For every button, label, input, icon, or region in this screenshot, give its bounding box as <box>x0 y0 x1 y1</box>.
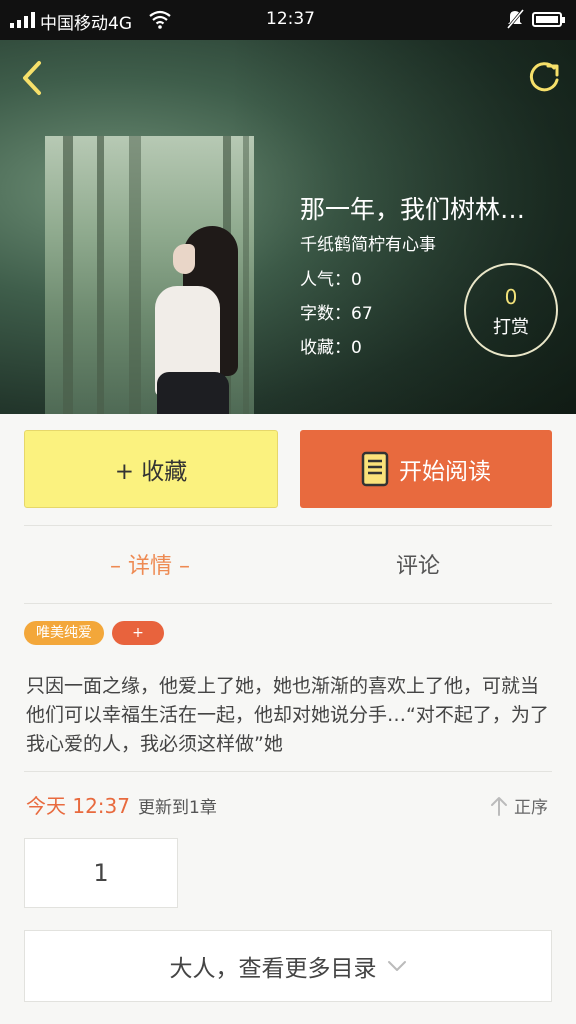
word-count-stat: 字数：67 <box>300 304 373 324</box>
sort-order-button[interactable]: 正序 <box>490 793 548 818</box>
divider <box>24 525 552 526</box>
more-catalog-label: 大人，查看更多目录 <box>169 956 377 982</box>
read-label: 开始阅读 <box>399 459 491 485</box>
book-icon <box>361 451 389 487</box>
back-arrow-icon[interactable] <box>14 58 50 98</box>
chevron-down-icon <box>387 961 406 971</box>
favorites-stat: 收藏：0 <box>300 338 362 358</box>
add-tag-button[interactable]: + <box>112 621 164 645</box>
carrier-label: 中国移动4G <box>40 14 132 34</box>
divider <box>24 603 552 604</box>
favorite-label: + 收藏 <box>114 459 188 485</box>
tip-button[interactable]: 0 打赏 <box>464 263 558 357</box>
popularity-stat: 人气：0 <box>300 270 362 290</box>
book-synopsis[interactable]: 只因一面之缘，他爱上了她，她也渐渐的喜欢上了他，可就当他们可以幸福生活在一起，他… <box>26 672 556 758</box>
chapter-item[interactable]: 1 <box>24 838 178 908</box>
mute-icon <box>506 9 524 29</box>
update-time: 今天 12:37 <box>26 794 130 818</box>
book-title: 那一年，我们树林… <box>300 195 526 224</box>
tab-details[interactable]: – 详情 – <box>110 548 190 580</box>
refresh-icon[interactable] <box>524 58 564 98</box>
add-to-favorites-button[interactable]: + 收藏 <box>24 430 278 508</box>
start-reading-button[interactable]: 开始阅读 <box>300 430 552 508</box>
tip-label: 打赏 <box>493 317 529 338</box>
battery-icon <box>532 12 565 27</box>
divider <box>24 771 552 772</box>
view-more-catalog-button[interactable]: 大人，查看更多目录 <box>24 930 552 1002</box>
arrow-up-icon <box>491 796 507 816</box>
book-header: 那一年，我们树林… 千纸鹤简柠有心事 人气：0 字数：67 收藏：0 0 打赏 <box>0 40 576 414</box>
genre-tag[interactable]: 唯美纯爱 <box>24 621 104 645</box>
signal-icon <box>10 12 35 28</box>
sort-label: 正序 <box>514 798 548 818</box>
tab-comments[interactable]: 评论 <box>396 548 440 580</box>
update-text: 更新到1章 <box>138 798 217 818</box>
chapter-number: 1 <box>93 859 109 887</box>
status-bar: 中国移动4G 12:37 <box>0 0 576 40</box>
wifi-icon <box>149 10 171 29</box>
book-cover-image <box>45 136 254 414</box>
book-author[interactable]: 千纸鹤简柠有心事 <box>300 230 436 255</box>
tip-count: 0 <box>504 285 518 309</box>
clock: 12:37 <box>266 9 315 29</box>
